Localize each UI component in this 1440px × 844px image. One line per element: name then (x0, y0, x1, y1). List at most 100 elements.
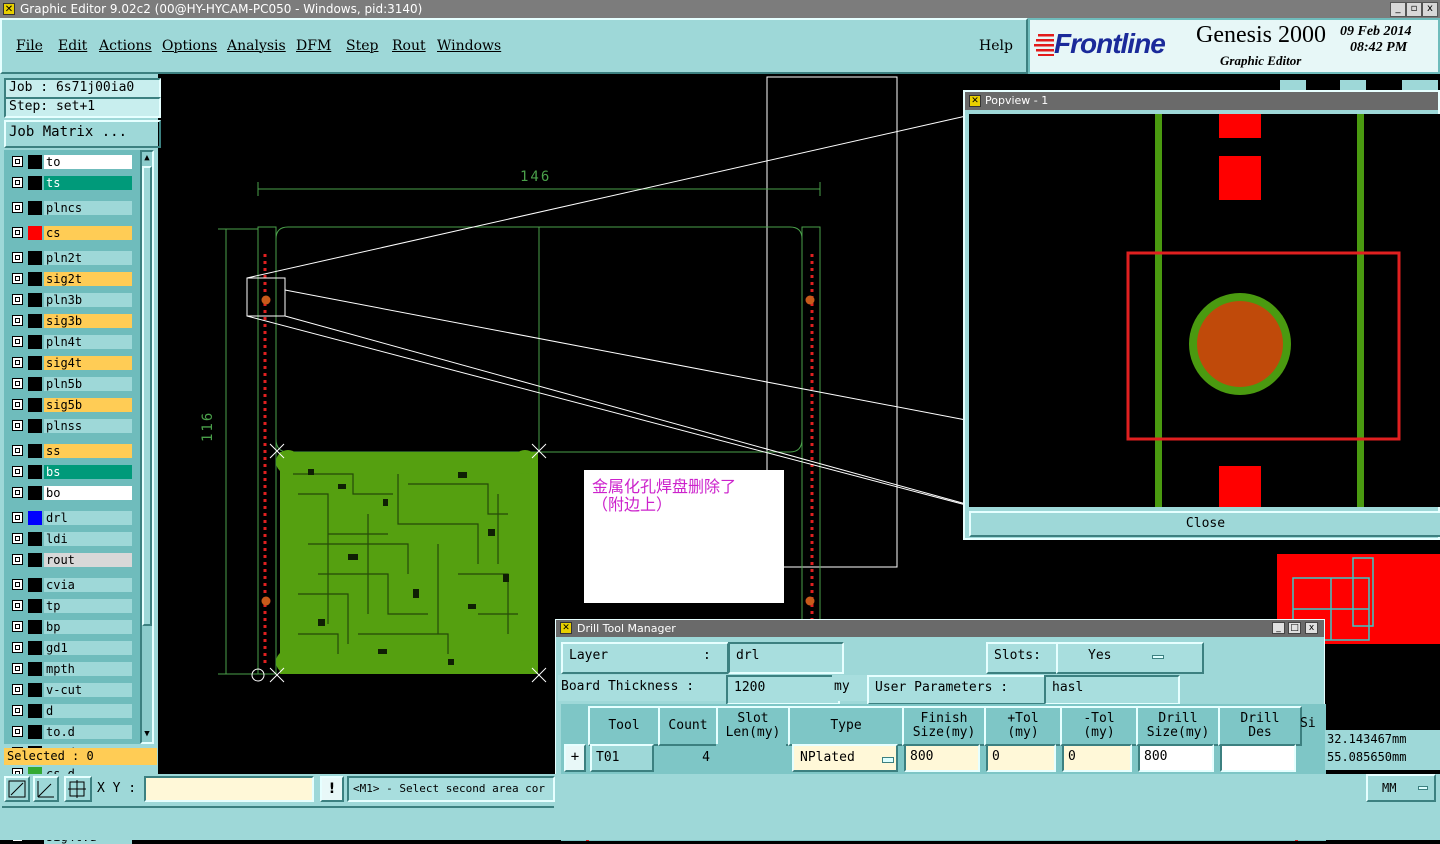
layer-color-swatch[interactable] (28, 201, 42, 215)
layer-checkbox[interactable] (12, 202, 23, 213)
layer-checkbox[interactable] (12, 512, 23, 523)
layer-name[interactable]: cvia (44, 578, 132, 592)
layer-color-swatch[interactable] (28, 314, 42, 328)
layer-checkbox[interactable] (12, 336, 23, 347)
tool-cell[interactable]: T01 (590, 744, 654, 772)
snap-grid-icon[interactable] (64, 776, 92, 802)
layer-name[interactable]: pln5b (44, 377, 132, 391)
layer-color-swatch[interactable] (28, 599, 42, 613)
layer-row-cs[interactable]: cs (10, 225, 132, 240)
layer-row-sig3b[interactable]: sig3b (10, 313, 132, 328)
layer-row-bo[interactable]: bo (10, 485, 132, 500)
drill-des-field[interactable] (1220, 744, 1296, 772)
layer-color-swatch[interactable] (28, 226, 42, 240)
layer-row-mpth[interactable]: mpth (10, 661, 132, 676)
layer-row-pln2t[interactable]: pln2t (10, 250, 132, 265)
layer-checkbox[interactable] (12, 533, 23, 544)
layer-name[interactable]: to (44, 155, 132, 169)
layer-name[interactable]: v-cut (44, 683, 132, 697)
layer-name[interactable]: gd1 (44, 641, 132, 655)
scroll-thumb[interactable] (142, 166, 152, 626)
layer-row-bs[interactable]: bs (10, 464, 132, 479)
layer-checkbox[interactable] (12, 420, 23, 431)
layer-name[interactable]: drl (44, 511, 132, 525)
layer-color-swatch[interactable] (28, 704, 42, 718)
layer-checkbox[interactable] (12, 399, 23, 410)
layer-name[interactable]: sig3b (44, 314, 132, 328)
close-window-button[interactable]: x (1422, 2, 1438, 17)
layer-row-sig5b[interactable]: sig5b (10, 397, 132, 412)
layer-row-to[interactable]: to (10, 154, 132, 169)
layer-checkbox[interactable] (12, 621, 23, 632)
layer-color-swatch[interactable] (28, 725, 42, 739)
popview-close-button[interactable]: Close (969, 511, 1440, 537)
maximize-button[interactable]: ▫ (1406, 2, 1422, 17)
layer-color-swatch[interactable] (28, 553, 42, 567)
menu-actions[interactable]: Actions (99, 38, 152, 54)
layer-checkbox[interactable] (12, 684, 23, 695)
finish-size-field[interactable]: 800 (904, 744, 980, 772)
xy-input[interactable] (144, 776, 314, 802)
menu-windows[interactable]: Windows (437, 38, 501, 54)
col-header-count[interactable]: Count (658, 706, 718, 746)
col-header-minus-tol[interactable]: -Tol (my) (1060, 706, 1138, 746)
layer-name[interactable]: bo (44, 486, 132, 500)
drill-size-field[interactable]: 800 (1138, 744, 1214, 772)
layer-name[interactable]: pln4t (44, 335, 132, 349)
layer-color-swatch[interactable] (28, 176, 42, 190)
layer-name[interactable]: sig4t (44, 356, 132, 370)
layer-row-pln5b[interactable]: pln5b (10, 376, 132, 391)
layer-row-pln4t[interactable]: pln4t (10, 334, 132, 349)
layer-name[interactable]: sig2t (44, 272, 132, 286)
drill-minimize-button[interactable]: _ (1272, 622, 1285, 634)
layer-color-swatch[interactable] (28, 578, 42, 592)
layer-checkbox[interactable] (12, 315, 23, 326)
popview-canvas[interactable] (969, 114, 1440, 507)
layer-checkbox[interactable] (12, 227, 23, 238)
layer-checkbox[interactable] (12, 600, 23, 611)
layer-row-tp[interactable]: tp (10, 598, 132, 613)
layer-name[interactable]: mpth (44, 662, 132, 676)
units-dropdown[interactable]: MM (1366, 774, 1436, 802)
layer-checkbox[interactable] (12, 466, 23, 477)
drill-maximize-button[interactable]: □ (1288, 622, 1301, 634)
layer-checkbox[interactable] (12, 156, 23, 167)
layer-checkbox[interactable] (12, 294, 23, 305)
layer-color-swatch[interactable] (28, 465, 42, 479)
layer-color-swatch[interactable] (28, 444, 42, 458)
menu-dfm[interactable]: DFM (296, 38, 331, 54)
layer-row-ldi[interactable]: ldi (10, 531, 132, 546)
layer-row-to-d[interactable]: to.d (10, 724, 132, 739)
layer-name[interactable]: bp (44, 620, 132, 634)
layer-checkbox[interactable] (12, 177, 23, 188)
layer-checkbox[interactable] (12, 705, 23, 716)
layer-row-ss[interactable]: ss (10, 443, 132, 458)
col-header-si[interactable]: Si (1300, 706, 1324, 742)
layer-color-swatch[interactable] (28, 511, 42, 525)
layer-color-swatch[interactable] (28, 356, 42, 370)
layer-color-swatch[interactable] (28, 293, 42, 307)
user-parameters-field[interactable]: hasl (1044, 675, 1180, 705)
scroll-down-arrow-icon[interactable]: ▼ (142, 728, 152, 740)
col-header-finish-size[interactable]: Finish Size(my) (902, 706, 986, 746)
layer-color-swatch[interactable] (28, 662, 42, 676)
layer-name[interactable]: ldi (44, 532, 132, 546)
layer-color-swatch[interactable] (28, 683, 42, 697)
layer-color-swatch[interactable] (28, 398, 42, 412)
layer-name[interactable]: bs (44, 465, 132, 479)
command-line[interactable] (2, 806, 554, 836)
layer-color-swatch[interactable] (28, 272, 42, 286)
layer-checkbox[interactable] (12, 642, 23, 653)
layer-color-swatch[interactable] (28, 377, 42, 391)
layer-name[interactable]: d (44, 704, 132, 718)
layer-row-plncs[interactable]: plncs (10, 200, 132, 215)
layer-name[interactable]: pln3b (44, 293, 132, 307)
layer-name[interactable]: to.d (44, 725, 132, 739)
minimize-button[interactable]: _ (1390, 2, 1406, 17)
menu-help[interactable]: Help (979, 38, 1013, 54)
layer-checkbox[interactable] (12, 252, 23, 263)
row-expand-icon[interactable]: + (564, 744, 586, 772)
layer-row-rout[interactable]: rout (10, 552, 132, 567)
zoom-area-icon[interactable] (33, 776, 59, 802)
col-header-drill-des[interactable]: Drill Des (1218, 706, 1302, 746)
